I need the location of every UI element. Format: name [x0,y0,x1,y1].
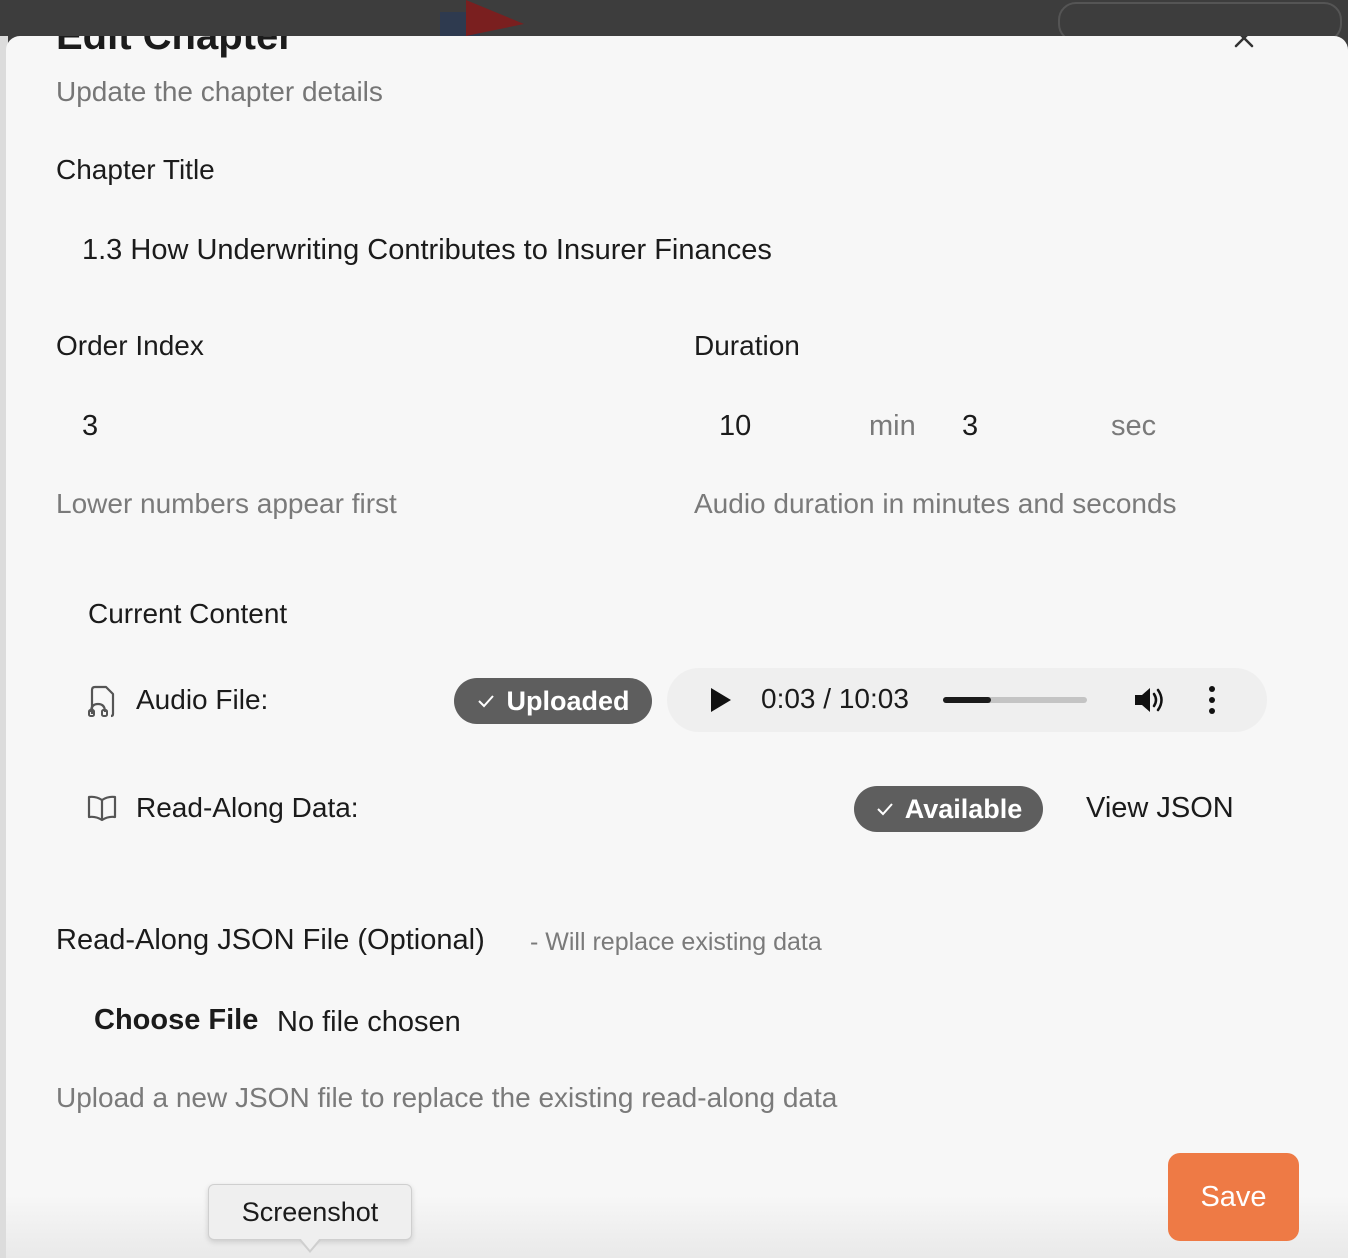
close-button[interactable] [1228,36,1260,50]
volume-icon[interactable] [1133,684,1169,716]
minutes-unit: min [869,410,916,442]
json-file-label: Read-Along JSON File (Optional) [56,924,485,956]
screenshot-tooltip: Screenshot [208,1184,412,1240]
check-icon [877,803,893,816]
audio-file-icon [88,685,115,718]
audio-uploaded-badge: Uploaded [454,678,652,724]
read-along-label: Read-Along Data: [136,792,359,823]
seek-bar[interactable] [943,697,1087,703]
playback-time: 0:03 / 10:03 [761,683,909,714]
order-index-hint: Lower numbers appear first [56,488,397,519]
play-icon[interactable] [709,687,733,713]
check-icon [478,695,495,708]
dialog-subtitle: Update the chapter details [56,76,383,107]
save-button[interactable]: Save [1168,1153,1299,1241]
duration-seconds-input[interactable]: 3 [962,410,978,443]
audio-player: 0:03 / 10:03 [667,668,1267,732]
audio-badge-text: Uploaded [506,685,630,716]
dialog-title: Edit Chapter [56,36,294,58]
seek-bar-progress [943,697,991,703]
duration-label: Duration [694,330,800,361]
file-status: No file chosen [277,1006,461,1038]
seconds-unit: sec [1111,410,1157,442]
tooltip-arrow-fill [300,1238,320,1250]
view-json-button[interactable]: View JSON [1086,792,1234,825]
book-open-icon [87,795,117,822]
read-along-badge-text: Available [904,793,1023,824]
choose-file-button[interactable]: Choose File [94,1004,258,1037]
duration-hint: Audio duration in minutes and seconds [694,488,1177,519]
chapter-title-label: Chapter Title [56,154,215,185]
app-logo [440,0,524,36]
current-content-heading: Current Content [88,598,288,629]
order-index-input[interactable]: 3 [82,410,98,443]
close-icon [1234,36,1254,48]
json-upload-hint: Upload a new JSON file to replace the ex… [56,1082,838,1113]
chapter-title-input[interactable]: 1.3 How Underwriting Contributes to Insu… [82,234,772,267]
read-along-available-badge: Available [854,786,1043,832]
more-options-icon[interactable] [1207,684,1217,716]
duration-minutes-input[interactable]: 10 [719,410,751,443]
json-file-note: - Will replace existing data [530,928,822,956]
audio-file-label: Audio File: [136,684,269,715]
edit-chapter-dialog: Edit Chapter Update the chapter details … [6,36,1348,1258]
order-index-label: Order Index [56,330,204,361]
